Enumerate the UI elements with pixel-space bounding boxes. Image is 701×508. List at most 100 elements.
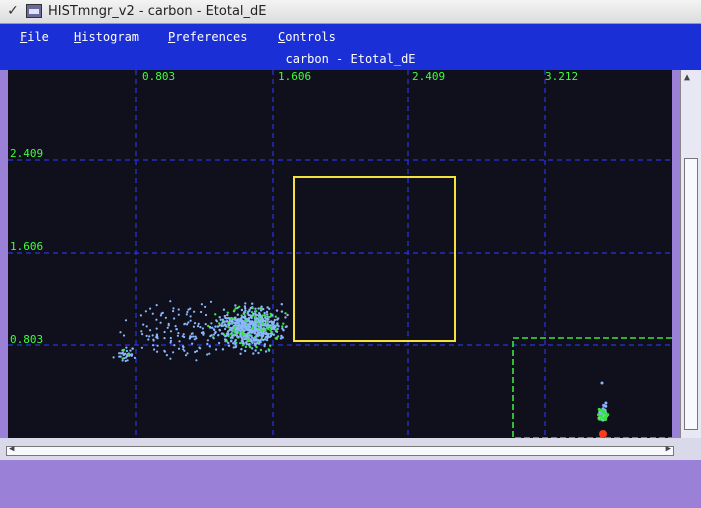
scatter-point [277, 325, 280, 328]
scatter-point [182, 346, 185, 349]
scatter-point [156, 344, 159, 347]
scatter-point [242, 312, 246, 315]
scatter-point [254, 313, 258, 317]
vertical-scrollbar[interactable]: ▲ [680, 70, 701, 440]
scatter-point [266, 332, 269, 336]
scatter-point [229, 333, 232, 336]
scatter-point [237, 335, 240, 339]
scatter-point [254, 319, 257, 322]
green-gate-region[interactable] [512, 337, 672, 438]
scatter-point [206, 342, 209, 345]
scatter-point [218, 324, 221, 327]
peak-cluster [597, 381, 610, 438]
scatter-point [257, 307, 260, 310]
scatter-point [281, 325, 284, 328]
scatter-point [204, 305, 207, 308]
scatter-point [276, 335, 280, 338]
scatter-point [202, 333, 205, 336]
scatter-point [243, 317, 246, 320]
scatter-point [126, 359, 129, 362]
scatter-point [145, 325, 148, 328]
scatter-point [244, 322, 247, 325]
scatter-point [240, 320, 243, 324]
menu-preferences[interactable]: Preferences [168, 30, 247, 44]
scatter-point [276, 318, 279, 321]
scatter-point [192, 325, 195, 328]
scatter-point [227, 326, 230, 329]
scatter-point [250, 334, 253, 338]
scatter-point [173, 344, 176, 347]
peak-point [597, 407, 601, 411]
scatter-point [222, 308, 226, 311]
scatter-point [271, 322, 274, 325]
scatter-point [153, 348, 156, 351]
vertical-scroll-thumb[interactable] [684, 158, 698, 430]
scatter-point [230, 339, 233, 342]
window-menu-chevron-icon[interactable]: ✓ [5, 3, 21, 19]
scatter-point [148, 335, 151, 338]
scroll-left-arrow-icon[interactable]: ◀ [9, 444, 14, 454]
scatter-point [194, 335, 197, 338]
scatter-point [169, 341, 172, 344]
scatter-point [279, 337, 283, 340]
scatter-point [149, 329, 152, 332]
scatter-point [195, 359, 198, 362]
scroll-up-arrow-icon[interactable]: ▲ [684, 72, 690, 83]
scatter-point [129, 349, 132, 352]
histogram-canvas[interactable]: 0.803 1.606 2.409 3.212 2.409 1.606 0.80… [8, 70, 672, 438]
horizontal-scrollbar[interactable]: ◀ ▶ [6, 444, 674, 456]
menu-file[interactable]: File [20, 30, 49, 44]
x-tick-label: 3.212 [545, 70, 578, 83]
scatter-point [118, 352, 121, 355]
scatter-point [145, 334, 148, 337]
scatter-point [260, 316, 263, 320]
menu-controls[interactable]: Controls [278, 30, 336, 44]
grid-lines [8, 70, 672, 438]
scatter-point [212, 337, 215, 340]
scatter-point [211, 326, 214, 329]
scatter-point [267, 318, 270, 321]
scatter-point [254, 316, 257, 319]
scatter-point [119, 331, 122, 334]
scatter-point [223, 314, 226, 318]
scatter-point [248, 320, 252, 323]
scatter-point [209, 300, 213, 303]
y-tick-label: 1.606 [10, 240, 43, 253]
peak-point [604, 404, 608, 408]
scatter-point [234, 304, 237, 307]
peak-point [599, 414, 603, 418]
scatter-point [251, 302, 254, 305]
scatter-point [155, 327, 158, 330]
scatter-point [204, 313, 208, 317]
yellow-gate-region[interactable] [293, 176, 456, 342]
scatter-point [215, 348, 218, 351]
scatter-point [255, 310, 258, 313]
scatter-point [275, 330, 279, 333]
scatter-point [164, 316, 167, 319]
scatter-point [254, 349, 257, 352]
scroll-right-arrow-icon[interactable]: ▶ [666, 444, 671, 454]
scatter-point [253, 325, 257, 329]
scatter-point [177, 347, 181, 350]
scatter-point [187, 321, 190, 324]
scatter-point [261, 334, 265, 337]
scatter-point [280, 310, 284, 313]
scatter-point [248, 333, 251, 336]
scatter-point [286, 313, 289, 317]
menu-histogram[interactable]: Histogram [74, 30, 139, 44]
scatter-point [258, 311, 261, 315]
scatter-point [227, 332, 230, 336]
scatter-point [183, 349, 186, 352]
scatter-point [246, 312, 249, 315]
scatter-point [267, 348, 270, 351]
scatter-point [156, 337, 159, 340]
scatter-point [159, 314, 162, 317]
scatter-point [245, 333, 248, 336]
x-tick-label: 0.803 [142, 70, 175, 83]
scatter-point [243, 305, 247, 308]
scatter-point [193, 310, 196, 313]
scatter-point [210, 322, 213, 325]
histogram-plot[interactable]: 0.803 1.606 2.409 3.212 2.409 1.606 0.80… [8, 70, 672, 438]
scatter-point [240, 339, 244, 342]
scatter-point [234, 345, 238, 348]
